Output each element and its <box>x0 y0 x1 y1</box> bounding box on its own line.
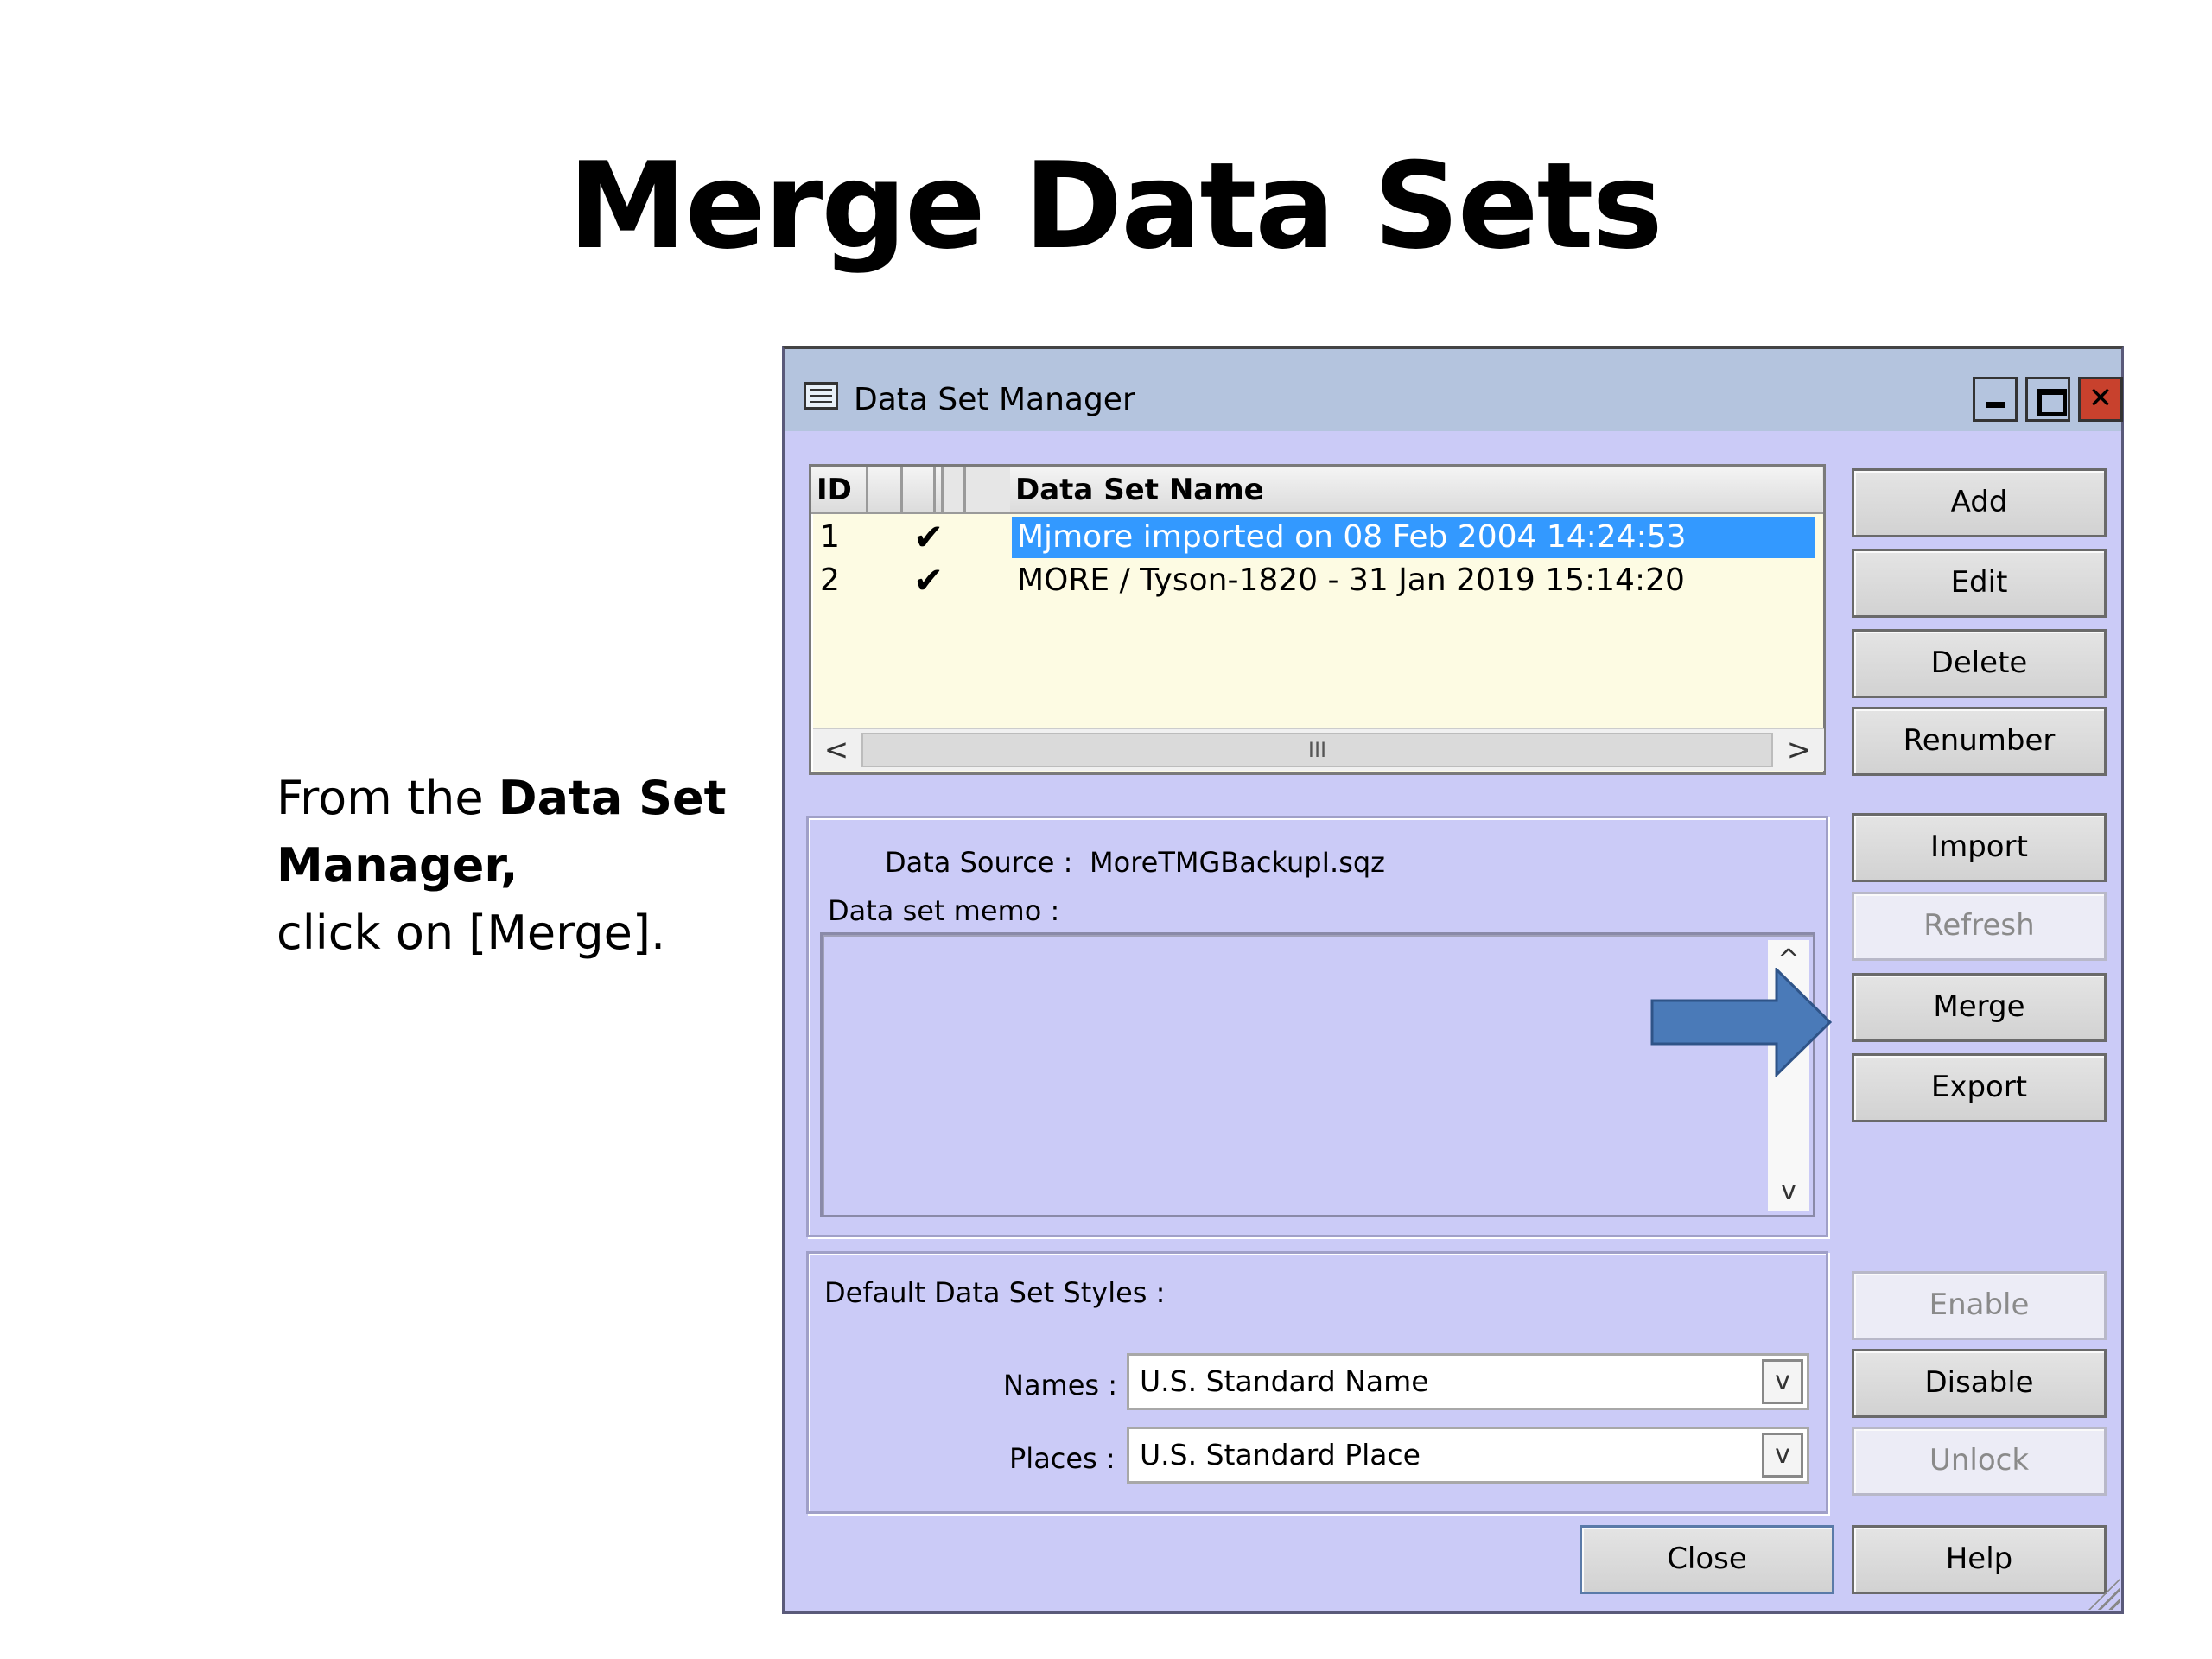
title-bar[interactable]: Data Set Manager ✕ <box>785 349 2123 431</box>
row-id: 2 <box>820 563 840 598</box>
column-header-id[interactable]: ID <box>811 467 868 512</box>
table-row[interactable]: 1 ✔ Mjmore imported on 08 Feb 2004 14:24… <box>811 517 1823 560</box>
check-icon: ✔ <box>913 559 944 601</box>
unlock-button[interactable]: Unlock <box>1852 1427 2107 1496</box>
row-id: 1 <box>820 519 840 555</box>
enable-button[interactable]: Enable <box>1852 1271 2107 1340</box>
close-icon: ✕ <box>2088 381 2113 416</box>
table-icon <box>804 382 838 410</box>
refresh-button[interactable]: Refresh <box>1852 892 2107 961</box>
minimize-button[interactable] <box>1973 377 2018 422</box>
scroll-down-icon[interactable]: v <box>1768 1172 1809 1211</box>
instruction-text: From the Data Set Manager, click on [Mer… <box>276 765 760 967</box>
places-label: Places : <box>1009 1442 1116 1475</box>
disable-button[interactable]: Disable <box>1852 1349 2107 1418</box>
scroll-right-icon[interactable]: > <box>1777 731 1821 769</box>
arrow-right-icon <box>1650 968 1832 1077</box>
help-button[interactable]: Help <box>1852 1525 2107 1594</box>
names-style-value: U.S. Standard Name <box>1140 1364 1429 1398</box>
chevron-down-icon[interactable]: v <box>1762 1359 1803 1404</box>
close-button[interactable]: Close <box>1580 1525 1834 1594</box>
instruction-prefix: From the <box>276 771 499 825</box>
styles-group-label: Default Data Set Styles : <box>824 1276 1166 1309</box>
edit-button[interactable]: Edit <box>1852 549 2107 618</box>
data-source-value: MoreTMGBackupI.sqz <box>1090 846 1385 879</box>
delete-button[interactable]: Delete <box>1852 629 2107 698</box>
maximize-button[interactable] <box>2025 377 2070 422</box>
add-button[interactable]: Add <box>1852 468 2107 537</box>
import-button[interactable]: Import <box>1852 813 2107 882</box>
horizontal-scrollbar[interactable]: < III > <box>813 728 1824 771</box>
instruction-suffix: click on [Merge]. <box>276 906 666 960</box>
scroll-left-icon[interactable]: < <box>815 731 858 769</box>
window-title: Data Set Manager <box>854 382 1135 417</box>
names-label: Names : <box>1003 1369 1118 1402</box>
slide-title: Merge Data Sets <box>568 137 1662 276</box>
renumber-button[interactable]: Renumber <box>1852 707 2107 776</box>
chevron-down-icon[interactable]: v <box>1762 1433 1803 1478</box>
places-style-value: U.S. Standard Place <box>1140 1438 1421 1471</box>
table-row[interactable]: 2 ✔ MORE / Tyson-1820 - 31 Jan 2019 15:1… <box>811 560 1823 603</box>
merge-button[interactable]: Merge <box>1852 973 2107 1042</box>
data-set-manager-window: Data Set Manager ✕ ID Data Set Name 1 ✔ … <box>782 346 2124 1614</box>
column-header-blank-1[interactable] <box>868 467 903 512</box>
names-style-select[interactable]: U.S. Standard Name v <box>1127 1353 1809 1410</box>
row-name: MORE / Tyson-1820 - 31 Jan 2019 15:14:20 <box>1017 563 1685 598</box>
data-set-grid[interactable]: ID Data Set Name 1 ✔ Mjmore imported on … <box>809 464 1826 775</box>
scroll-thumb[interactable]: III <box>861 733 1773 767</box>
data-source-label: Data Source : <box>885 846 1073 879</box>
close-window-button[interactable]: ✕ <box>2078 377 2123 422</box>
column-header-data-set-name[interactable]: Data Set Name <box>1010 467 1822 512</box>
places-style-select[interactable]: U.S. Standard Place v <box>1127 1427 1809 1484</box>
row-name: Mjmore imported on 08 Feb 2004 14:24:53 <box>1012 517 1815 558</box>
default-styles-group: Default Data Set Styles : Names : U.S. S… <box>806 1251 1828 1514</box>
export-button[interactable]: Export <box>1852 1053 2107 1122</box>
check-icon: ✔ <box>913 516 944 558</box>
column-header-blank-2[interactable] <box>903 467 936 512</box>
grid-header: ID Data Set Name <box>811 467 1823 514</box>
memo-label: Data set memo : <box>828 894 1060 927</box>
